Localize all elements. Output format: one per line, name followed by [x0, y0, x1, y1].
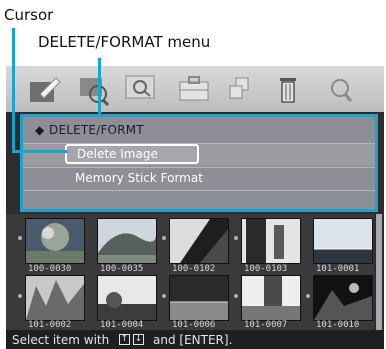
thumbnail-label: 100-0103: [244, 264, 288, 274]
thumbnail-label: 100-0035: [100, 264, 144, 274]
thumbnail-grid: 100-0030 100-0035 100-0102 100-0103 101-…: [6, 214, 374, 330]
toolbar: [6, 66, 384, 112]
thumbnail-101-0007[interactable]: [241, 275, 301, 321]
search-zoom-icon[interactable]: [72, 72, 112, 106]
magnifier-icon[interactable]: [122, 72, 162, 106]
status-suffix: and [ENTER].: [153, 333, 233, 347]
diamond-icon: ◆: [35, 123, 45, 137]
menu-leader-line: [98, 58, 101, 114]
status-bar: Select item with and [ENTER].: [6, 330, 384, 349]
thumbnail-label: 101-0001: [316, 264, 360, 274]
thumbnail-100-0102[interactable]: [169, 218, 229, 264]
thumbnail-101-0002[interactable]: [25, 275, 85, 321]
thumbnail-label: 100-0030: [28, 264, 72, 274]
search-icon[interactable]: [320, 72, 360, 106]
up-arrow-key-icon: ↑: [119, 334, 130, 345]
thumbnail-100-0035[interactable]: [97, 218, 157, 264]
thumbnail-100-0030[interactable]: [25, 218, 85, 264]
thumbnail-marker: [234, 236, 238, 240]
thumbnail-101-0004[interactable]: [97, 275, 157, 321]
toolbox-icon[interactable]: [174, 72, 214, 106]
thumbnail-label: 101-0007: [244, 320, 288, 330]
thumbnail-label: 100-0102: [172, 264, 216, 274]
edit-icon[interactable]: [24, 72, 64, 106]
cursor-leader-line: [12, 28, 15, 153]
delete-format-menu: ◆ DELETE/FORMT Delete Image Memory Stick…: [20, 114, 378, 212]
thumbnail-label: 101-0006: [172, 320, 216, 330]
trash-icon[interactable]: [268, 72, 308, 106]
down-arrow-key-icon: ↓: [133, 334, 144, 345]
thumbnail-101-0001[interactable]: [313, 218, 373, 264]
thumbnail-label: 101-0002: [28, 320, 72, 330]
thumbnail-marker: [162, 294, 166, 298]
thumbnail-label: 101-0004: [100, 320, 144, 330]
cursor-leader-line: [12, 150, 68, 153]
thumbnail-marker: [18, 294, 22, 298]
menu-divider: [23, 190, 375, 191]
thumbnail-marker: [306, 294, 310, 298]
thumbnail-101-0006[interactable]: [169, 275, 229, 321]
status-prefix: Select item with: [12, 333, 110, 347]
delete-image-item[interactable]: Delete Image: [65, 144, 199, 164]
thumbnail-101-0010[interactable]: [313, 275, 373, 321]
memory-stick-format-item[interactable]: Memory Stick Format: [75, 171, 203, 185]
thumbnail-100-0103[interactable]: [241, 218, 301, 264]
thumbnail-label: 101-0010: [316, 320, 360, 330]
menu-callout-label: DELETE/FORMAT menu: [38, 33, 211, 51]
menu-title-row: ◆ DELETE/FORMT: [23, 119, 375, 141]
cursor-callout-label: Cursor: [4, 6, 54, 24]
thumbnail-scrollbar[interactable]: [376, 214, 382, 330]
thumbnail-marker: [234, 294, 238, 298]
menu-divider: [23, 167, 375, 168]
thumbnail-marker: [18, 236, 22, 240]
thumbnail-marker: [162, 236, 166, 240]
menu-title: DELETE/FORMT: [49, 123, 144, 137]
copy-icon[interactable]: [220, 72, 260, 106]
